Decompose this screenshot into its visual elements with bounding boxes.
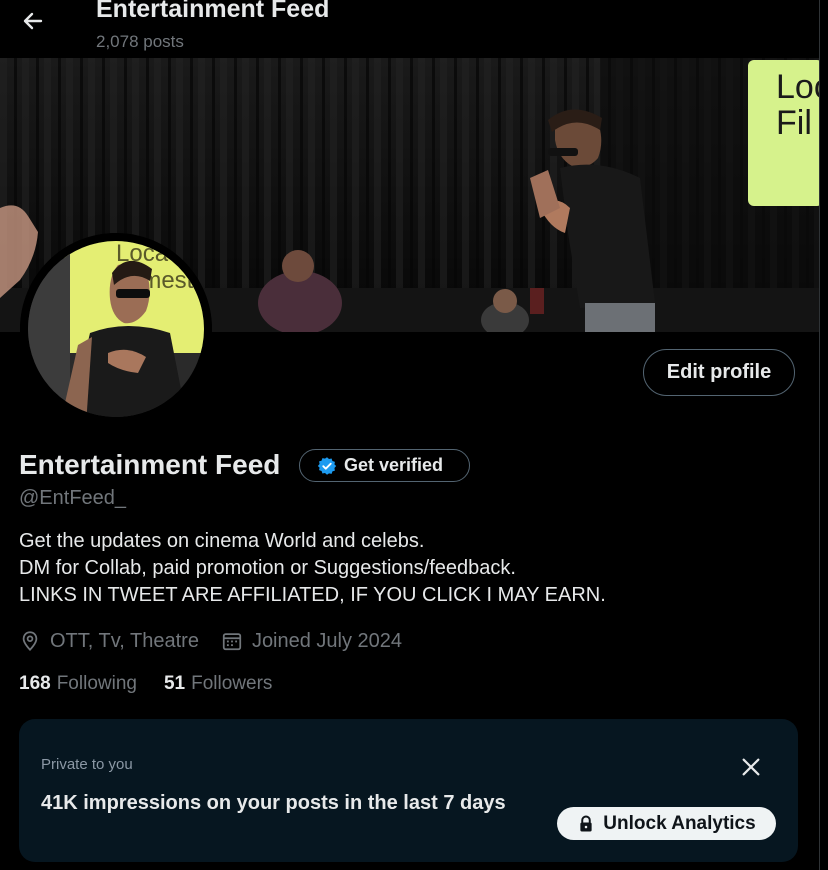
header-title: Entertainment Feed bbox=[96, 0, 330, 23]
bio-line: DM for Collab, paid promotion or Suggest… bbox=[19, 557, 516, 579]
followers-count: 51 bbox=[163, 673, 186, 694]
bio-line: LINKS IN TWEET ARE AFFILIATED, IF YOU CL… bbox=[19, 584, 606, 606]
banner-sign-text: Loc bbox=[776, 68, 819, 106]
edit-profile-button[interactable]: Edit profile bbox=[643, 349, 795, 396]
profile-meta: OTT, Tv, Theatre Joined July 2024 bbox=[19, 627, 402, 655]
following-label: Following bbox=[56, 673, 137, 694]
bio-line: Get the updates on cinema World and cele… bbox=[19, 530, 425, 552]
joined-item: Joined July 2024 bbox=[221, 630, 402, 653]
location-item: OTT, Tv, Theatre bbox=[19, 630, 199, 653]
following-count: 168 bbox=[19, 673, 51, 694]
follow-stats: 168 Following 51 Followers bbox=[19, 671, 272, 697]
following-link[interactable]: 168 Following bbox=[19, 671, 137, 697]
post-count: 2,078 posts bbox=[96, 32, 184, 51]
profile-avatar[interactable]: Loca Filmest bbox=[20, 233, 212, 425]
profile-handle: @EntFeed_ bbox=[19, 487, 127, 509]
followers-label: Followers bbox=[191, 673, 273, 694]
scrollbar[interactable] bbox=[820, 0, 828, 870]
close-button[interactable] bbox=[735, 751, 767, 783]
display-name: Entertainment Feed bbox=[19, 449, 281, 480]
back-button[interactable] bbox=[14, 2, 52, 40]
impressions-text: 41K impressions on your posts in the las… bbox=[41, 792, 506, 814]
profile-bio: Get the updates on cinema World and cele… bbox=[19, 528, 719, 609]
profile-header: Entertainment Feed 2,078 posts bbox=[0, 0, 819, 58]
close-icon bbox=[742, 758, 760, 776]
calendar-icon bbox=[222, 633, 242, 651]
get-verified-label: Get verified bbox=[344, 455, 444, 475]
analytics-card: Private to you 41K impressions on your p… bbox=[19, 719, 798, 862]
arrow-left-icon bbox=[23, 12, 43, 30]
private-label: Private to you bbox=[41, 756, 133, 773]
avatar-image: Loca Filmest bbox=[20, 233, 212, 425]
verified-badge-icon bbox=[317, 456, 337, 475]
unlock-analytics-button[interactable]: Unlock Analytics bbox=[557, 807, 776, 840]
unlock-analytics-label: Unlock Analytics bbox=[603, 812, 756, 834]
column-divider bbox=[819, 0, 820, 870]
banner-sign-text-2: Fil bbox=[776, 104, 812, 142]
lock-icon bbox=[580, 815, 592, 831]
location-text: OTT, Tv, Theatre bbox=[50, 629, 199, 652]
joined-text: Joined July 2024 bbox=[251, 629, 403, 652]
get-verified-button[interactable]: Get verified bbox=[299, 449, 470, 482]
followers-link[interactable]: 51 Followers bbox=[164, 671, 272, 697]
location-pin-icon bbox=[22, 631, 38, 651]
